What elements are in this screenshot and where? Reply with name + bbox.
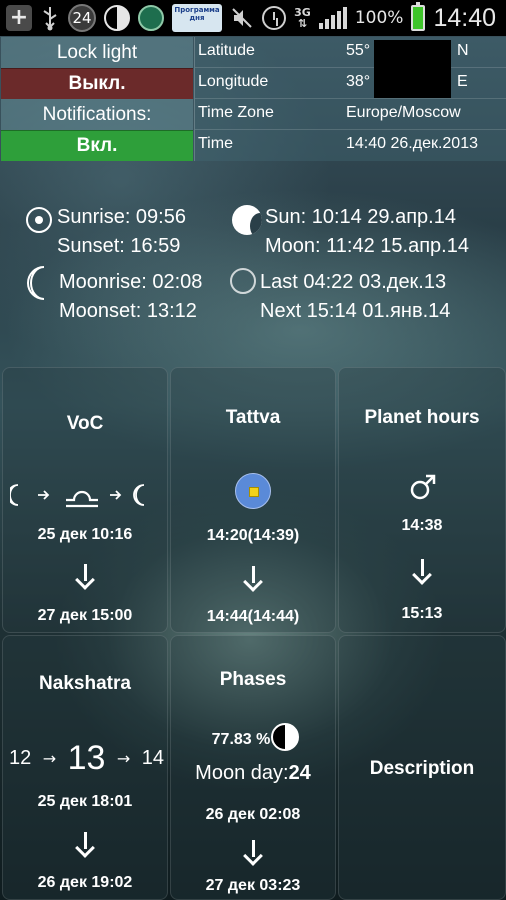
sun-sign-text: Sun: 10:14 29.апр.14	[265, 206, 456, 228]
alarm-icon	[262, 6, 287, 30]
voc-transition-icons	[10, 484, 145, 508]
usb-icon	[40, 5, 60, 31]
latitude-row: Latitude 55° N	[195, 37, 506, 68]
arrow-down-icon	[75, 832, 95, 854]
lock-light-label: Lock light	[1, 37, 193, 68]
tattva-end-time: 14:44(14:44)	[206, 608, 300, 625]
sunrise-text: Sunrise: 09:56	[57, 206, 186, 228]
moonset-text: Moonset: 13:12	[59, 300, 197, 322]
phases-title: Phases	[219, 669, 287, 690]
add-icon: +	[6, 5, 32, 31]
arrow-right-icon: →	[42, 748, 57, 768]
notification-count-badge: 24	[68, 4, 96, 32]
nakshatra-sequence: 12 → 13 → 14	[9, 738, 164, 778]
phases-start-time: 26 дек 02:08	[205, 806, 301, 823]
signal-icon	[318, 7, 347, 29]
voc-title: VoC	[66, 413, 104, 434]
longitude-row: Longitude 38° E	[195, 68, 506, 99]
mars-icon	[410, 474, 436, 500]
nakshatra-title: Nakshatra	[39, 673, 131, 694]
moon-day: Moon day:24	[171, 762, 335, 785]
nakshatra-start-time: 25 дек 18:01	[37, 793, 133, 810]
moon-phase-icon	[271, 723, 299, 751]
latitude-value: 55°	[346, 42, 371, 59]
nakshatra-next: 14	[141, 746, 164, 769]
latitude-label: Latitude	[198, 42, 255, 59]
network-type: 3G ⇅	[294, 6, 311, 30]
app-notification-icon: Программа дня	[172, 4, 222, 32]
voc-start-time: 25 дек 10:16	[37, 526, 133, 543]
redaction-block	[374, 40, 451, 98]
time-label: Time	[198, 135, 233, 152]
battery-icon	[411, 2, 426, 31]
location-table[interactable]: Latitude 55° N Longitude 38° E Time Zone…	[194, 37, 506, 161]
description-title: Description	[369, 758, 475, 779]
moon-day-label: Moon day:	[195, 762, 289, 784]
latitude-suffix: N	[457, 42, 469, 59]
phases-tile[interactable]: Phases 77.83 % Moon day:24 26 дек 02:08 …	[170, 635, 336, 900]
status-time: 14:40	[433, 3, 496, 32]
moon-sign-text: Moon: 11:42 15.апр.14	[265, 235, 469, 257]
tattva-title: Tattva	[225, 407, 281, 428]
battery-percent: 100%	[354, 8, 404, 28]
moon-icon	[232, 205, 262, 235]
tattva-element-icon	[235, 473, 271, 509]
moon-phase-icon	[104, 5, 130, 31]
status-bar: + 24 Программа дня 3G ⇅ 100% 14:40	[0, 0, 506, 36]
planet-hours-end-time: 15:13	[401, 605, 443, 622]
planet-hours-title: Planet hours	[364, 407, 480, 428]
longitude-label: Longitude	[198, 73, 269, 90]
last-new-moon-text: Last 04:22 03.дек.13	[260, 271, 447, 293]
sun-icon	[26, 207, 52, 233]
lock-light-toggle[interactable]: Выкл.	[1, 68, 193, 99]
nakshatra-prev: 12	[9, 746, 32, 769]
time-value: 14:40 26.дек.2013	[346, 135, 478, 152]
tattva-start-time: 14:20(14:39)	[206, 527, 300, 544]
arrow-down-icon	[75, 564, 95, 586]
description-tile[interactable]: Description	[338, 635, 506, 900]
arrow-down-icon	[243, 840, 263, 862]
longitude-value: 38°	[346, 73, 371, 90]
nakshatra-tile[interactable]: Nakshatra 12 → 13 → 14 25 дек 18:01 26 д…	[2, 635, 168, 900]
mute-icon	[230, 5, 254, 31]
timezone-value: Europe/Moscow	[346, 104, 461, 121]
notifications-label: Notifications:	[1, 99, 193, 130]
phase-percent: 77.83 %	[211, 731, 271, 748]
arrow-right-icon: →	[116, 748, 131, 768]
longitude-suffix: E	[457, 73, 468, 90]
time-row: Time 14:40 26.дек.2013	[195, 130, 506, 161]
new-moon-icon	[230, 268, 256, 294]
crescent-moon-icon	[27, 266, 45, 300]
voc-end-time: 27 дек 15:00	[37, 607, 133, 624]
timezone-label: Time Zone	[198, 104, 274, 121]
moonrise-text: Moonrise: 02:08	[59, 271, 203, 293]
emblem-icon	[138, 5, 164, 31]
notifications-toggle[interactable]: Вкл.	[1, 130, 193, 161]
timezone-row: Time Zone Europe/Moscow	[195, 99, 506, 130]
planet-hours-start-time: 14:38	[401, 517, 443, 534]
lock-panel: Lock light Выкл. Notifications: Вкл.	[1, 37, 193, 161]
nakshatra-current: 13	[67, 738, 106, 777]
next-new-moon-text: Next 15:14 01.янв.14	[260, 300, 451, 322]
sunset-text: Sunset: 16:59	[57, 235, 181, 257]
phases-end-time: 27 дек 03:23	[205, 877, 301, 894]
arrow-down-icon	[243, 566, 263, 588]
moon-day-value: 24	[288, 762, 311, 784]
nakshatra-end-time: 26 дек 19:02	[37, 874, 133, 891]
arrow-down-icon	[412, 559, 432, 581]
